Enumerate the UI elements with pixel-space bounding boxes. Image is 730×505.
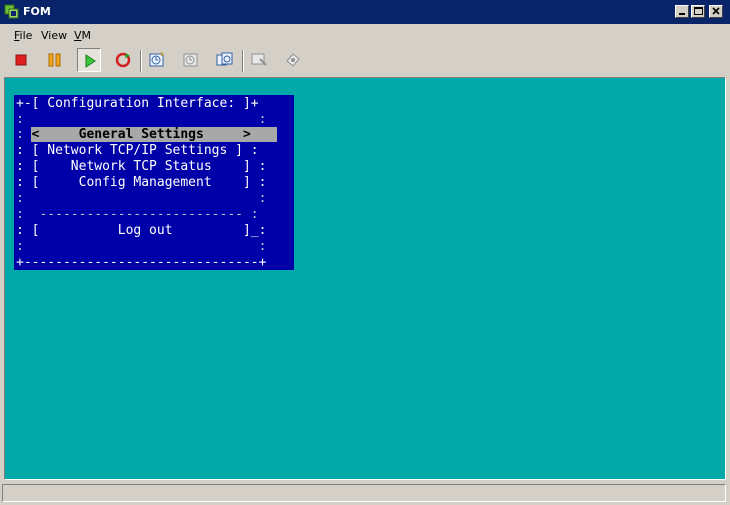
menu-vm[interactable]: VM — [74, 29, 91, 42]
menu-item-config-management[interactable]: : [ Config Management ] : — [16, 175, 266, 191]
panel-top-border: +-[ Configuration Interface: ]+ — [16, 96, 259, 111]
unity-icon — [286, 53, 300, 67]
snapshot-icon — [149, 51, 164, 67]
power-on-button[interactable] — [77, 48, 101, 72]
suspend-button[interactable] — [43, 48, 67, 72]
minimize-icon — [679, 13, 685, 15]
panel-bottom-border: +------------------------------+ — [16, 255, 267, 270]
menu-item-log-out[interactable]: : [ Log out ]_: — [16, 223, 266, 239]
title-bar[interactable]: FOM — [0, 0, 730, 24]
take-snapshot-button[interactable] — [145, 48, 169, 72]
snapshot-manager-button[interactable] — [213, 48, 237, 72]
menu-item-general-settings[interactable]: < General Settings > — [16, 127, 251, 143]
full-screen-icon — [251, 53, 267, 66]
status-bar — [0, 482, 730, 505]
panel-blank-line: : : — [16, 191, 267, 206]
menu-view[interactable]: View — [41, 29, 67, 42]
vmware-app-icon — [4, 4, 20, 20]
panel-blank-line: : : — [16, 239, 267, 254]
play-icon — [85, 54, 96, 68]
minimize-button[interactable] — [675, 5, 689, 18]
toolbar — [0, 46, 730, 76]
stop-icon — [15, 54, 27, 66]
vm-console[interactable]: +-[ Configuration Interface: ]+ : : : : … — [5, 78, 725, 479]
menu-item-network-tcp-status[interactable]: : [ Network TCP Status ] : — [16, 159, 266, 175]
snapshot-manager-icon — [216, 52, 233, 66]
panel-blank-line: : : — [16, 112, 267, 127]
close-icon — [712, 7, 720, 15]
toolbar-separator — [242, 50, 244, 72]
menu-file[interactable]: File — [14, 29, 32, 42]
maximize-button[interactable] — [691, 5, 705, 18]
window-title: FOM — [23, 5, 51, 18]
full-screen-button[interactable] — [247, 48, 271, 72]
unity-button[interactable] — [281, 48, 305, 72]
menu-divider: : -------------------------- : — [16, 207, 259, 222]
menu-item-network-tcpip-settings[interactable]: : [ Network TCP/IP Settings ] : — [16, 143, 259, 159]
menu-bar: File View VM — [0, 25, 730, 45]
configuration-interface-panel: +-[ Configuration Interface: ]+ : : : : … — [14, 95, 294, 270]
maximize-icon — [694, 7, 703, 15]
pause-icon — [48, 53, 61, 67]
revert-snapshot-button[interactable] — [179, 48, 203, 72]
reset-button[interactable] — [111, 48, 135, 72]
status-field — [2, 484, 726, 502]
revert-snapshot-icon — [183, 53, 198, 67]
power-off-button[interactable] — [9, 48, 33, 72]
toolbar-separator — [140, 50, 142, 72]
close-button[interactable] — [709, 5, 723, 18]
reset-icon — [115, 52, 131, 68]
